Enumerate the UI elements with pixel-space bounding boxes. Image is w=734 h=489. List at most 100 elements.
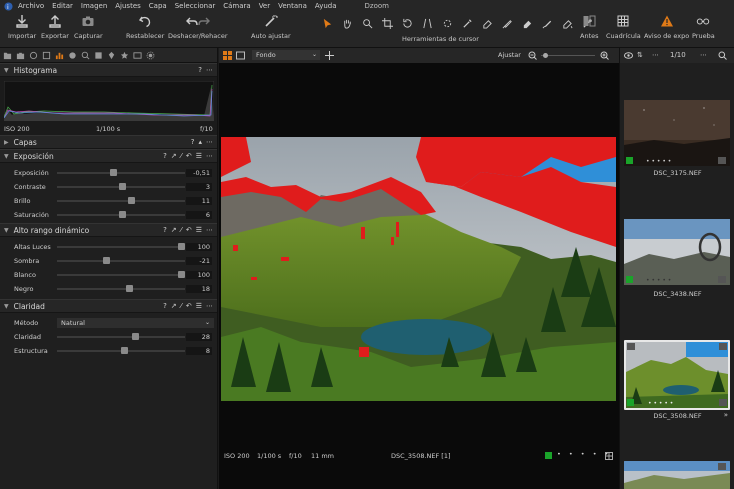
brush-icon[interactable]	[500, 16, 514, 30]
picker-icon[interactable]	[460, 16, 474, 30]
color-tab-icon[interactable]	[68, 51, 77, 60]
folder-tab-icon[interactable]	[3, 51, 12, 60]
slider-track[interactable]	[57, 197, 185, 204]
menu-ventana[interactable]: Ventana	[278, 2, 307, 10]
fit-label[interactable]: Ajustar	[498, 51, 521, 59]
clarity-header[interactable]: ▼ Claridad ? ↗ ⁄ ↶ ☰ ⋯	[0, 299, 217, 313]
thumbnail[interactable]: • • • • •	[624, 100, 730, 166]
double-chevron-right-icon[interactable]: »	[724, 411, 728, 419]
sort-icon[interactable]: ⇅	[637, 51, 643, 59]
main-photo[interactable]	[221, 137, 616, 401]
single-view-icon[interactable]	[236, 51, 245, 60]
thumbnail[interactable]	[624, 461, 730, 489]
menu-editar[interactable]: Editar	[52, 2, 73, 10]
more-icon[interactable]: ⋯	[206, 302, 213, 310]
grid-button[interactable]: Cuadrícula	[606, 14, 641, 40]
slider-thumb[interactable]	[177, 271, 185, 278]
histogram-header[interactable]: ▼ Histograma ? ⋯	[0, 63, 217, 77]
reset-icon[interactable]: ↶	[186, 152, 192, 160]
slider-value[interactable]: -21	[186, 257, 212, 265]
grid-view-icon[interactable]	[223, 51, 232, 60]
reset-icon[interactable]: ↶	[186, 226, 192, 234]
reset-icon[interactable]: ↶	[186, 302, 192, 310]
star-tab-icon[interactable]	[120, 51, 129, 60]
slider-track[interactable]	[57, 347, 185, 354]
more-icon[interactable]: ⋯	[206, 152, 213, 160]
slider-value[interactable]: -0,51	[186, 169, 212, 177]
pan-hand-icon[interactable]	[340, 16, 354, 30]
slider-value[interactable]: 6	[186, 211, 212, 219]
slider-track[interactable]	[57, 211, 185, 218]
slider-value[interactable]: 11	[186, 197, 212, 205]
export-button[interactable]: Exportar	[41, 14, 69, 40]
eraser-icon[interactable]	[480, 16, 494, 30]
slider-thumb[interactable]	[118, 183, 126, 190]
slider-thumb[interactable]	[126, 285, 134, 292]
select-cursor-icon[interactable]	[320, 16, 334, 30]
slider-thumb[interactable]	[177, 243, 185, 250]
before-button[interactable]: Antes	[580, 14, 599, 40]
gradient-icon[interactable]	[540, 16, 554, 30]
menu-imagen[interactable]: Imagen	[81, 2, 107, 10]
color-tag[interactable]	[545, 452, 552, 459]
copy-apply-icon[interactable]: ↗	[171, 152, 177, 160]
proof-button[interactable]: Prueba	[692, 14, 715, 40]
info-grid-icon[interactable]	[605, 452, 613, 460]
menu-archivo[interactable]: Archivo	[18, 2, 44, 10]
slider-value[interactable]: 3	[186, 183, 212, 191]
slider-value[interactable]: 100	[186, 243, 212, 251]
local-adjust-tab-icon[interactable]	[94, 51, 103, 60]
slider-track[interactable]	[57, 333, 185, 340]
filter-icon[interactable]: ⋯	[652, 51, 659, 59]
slider-thumb[interactable]	[118, 211, 126, 218]
settings-tab-icon[interactable]	[146, 51, 155, 60]
search-icon[interactable]	[718, 51, 727, 60]
auto-adjust-button[interactable]: Auto ajustar	[251, 14, 291, 40]
slider-track[interactable]	[57, 271, 185, 278]
menu-ajustes[interactable]: Ajustes	[115, 2, 141, 10]
eye-icon[interactable]	[624, 52, 633, 59]
zoom-out-icon[interactable]	[528, 51, 537, 60]
crop-icon[interactable]	[380, 16, 394, 30]
picker-icon[interactable]: ⁄	[181, 226, 182, 234]
rating-stars[interactable]: • • • • •	[557, 450, 611, 458]
background-select[interactable]: Fondo ⌄	[252, 50, 320, 60]
zoom-in-icon[interactable]	[600, 51, 609, 60]
slider-value[interactable]: 100	[186, 271, 212, 279]
help-icon[interactable]: ?	[163, 152, 167, 160]
fill-icon[interactable]	[560, 16, 574, 30]
more-icon[interactable]: ⋯	[206, 138, 213, 146]
presets-icon[interactable]: ☰	[196, 302, 202, 310]
menu-seleccionar[interactable]: Seleccionar	[175, 2, 216, 10]
help-icon[interactable]: ?	[191, 138, 195, 146]
thumbnail-selected[interactable]: • • • • •	[624, 340, 730, 410]
help-icon[interactable]: ?	[198, 66, 202, 74]
slider-track[interactable]	[57, 285, 185, 292]
exposure-warning-button[interactable]: Aviso de expo	[644, 14, 689, 40]
import-button[interactable]: Importar	[8, 14, 36, 40]
method-select[interactable]: Natural ⌄	[57, 318, 214, 328]
mask-eraser-icon[interactable]	[520, 16, 534, 30]
picker-icon[interactable]: ⁄	[181, 152, 182, 160]
keystone-icon[interactable]	[420, 16, 434, 30]
help-icon[interactable]: ?	[163, 226, 167, 234]
slider-track[interactable]	[57, 243, 185, 250]
copy-apply-icon[interactable]: ↗	[171, 226, 177, 234]
menu-capa[interactable]: Capa	[149, 2, 167, 10]
zoom-slider[interactable]	[541, 53, 595, 58]
reset-button[interactable]: Restablecer	[126, 14, 164, 40]
slider-track[interactable]	[57, 257, 185, 264]
menu-ver[interactable]: Ver	[259, 2, 270, 10]
slider-thumb[interactable]	[121, 347, 129, 354]
thumbnail[interactable]: • • • • •	[624, 219, 730, 285]
zoom-icon[interactable]	[360, 16, 374, 30]
more-icon[interactable]: ⋯	[700, 51, 707, 59]
metadata-tab-icon[interactable]	[107, 51, 116, 60]
exposure-header[interactable]: ▼ Exposición ? ↗ ⁄ ↶ ☰ ⋯	[0, 149, 217, 163]
menu-ayuda[interactable]: Ayuda	[315, 2, 337, 10]
slider-track[interactable]	[57, 169, 185, 176]
rotate-icon[interactable]	[400, 16, 414, 30]
hdr-header[interactable]: ▼ Alto rango dinámico ? ↗ ⁄ ↶ ☰ ⋯	[0, 223, 217, 237]
spot-removal-icon[interactable]	[440, 16, 454, 30]
undo-redo-button[interactable]: Deshacer/Rehacer	[168, 14, 228, 40]
